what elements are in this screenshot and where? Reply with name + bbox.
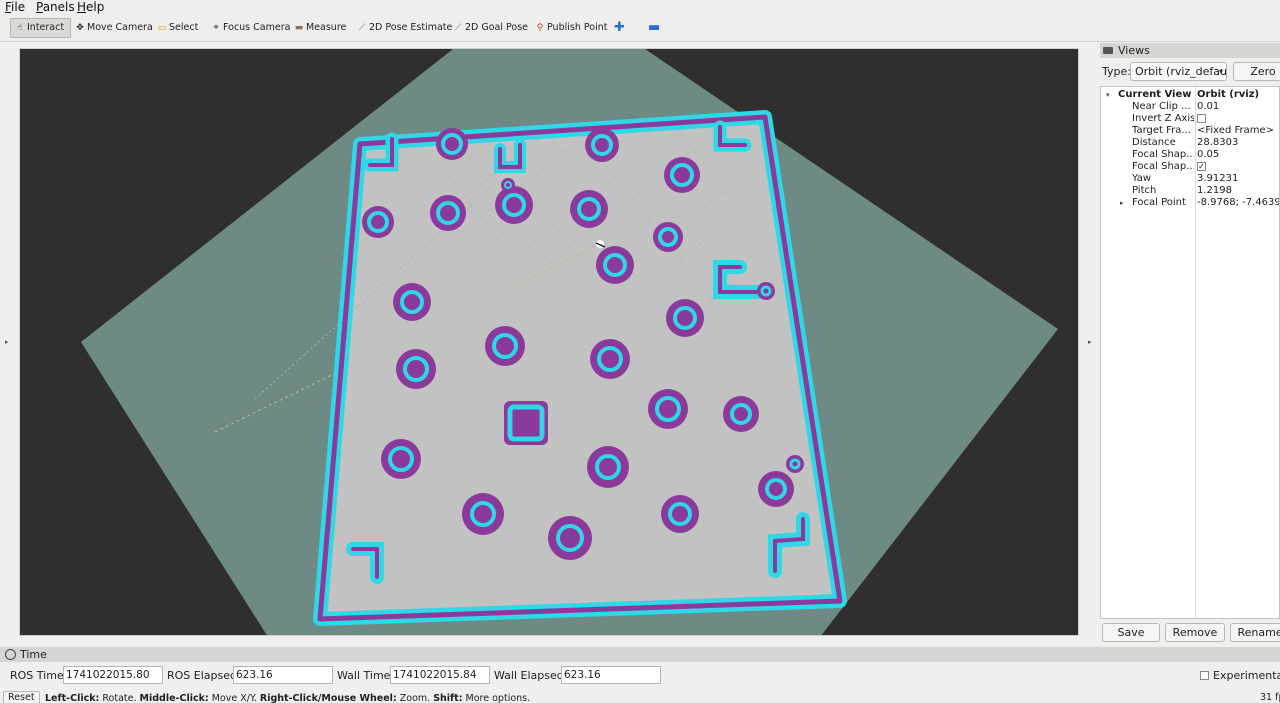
map-pin-icon: ⚲ [536, 23, 544, 33]
ros-time-label: ROS Time: [10, 669, 68, 682]
pointer-icon: ☝ [17, 23, 23, 33]
ruler-icon: ▬ [294, 23, 304, 33]
near-clip-row[interactable]: Near Clip ... 0.01 [1101, 101, 1279, 113]
views-panel: Views Type: Orbit (rviz_default_plugins)… [1100, 43, 1280, 643]
clock-icon [5, 649, 16, 660]
view-type-label: Type: [1102, 65, 1131, 78]
tool-bar: ☝ Interact ✥ Move Camera ▭ Select ⌖ Focus Ca… [0, 15, 1280, 42]
views-panel-header: Views [1100, 43, 1280, 58]
save-button[interactable]: Save [1102, 623, 1160, 642]
yaw-row[interactable]: Yaw 3.91231 [1101, 173, 1279, 185]
view-properties-tree: ▾ Current View Orbit (rviz) Near Clip ..… [1100, 86, 1280, 619]
render-viewport[interactable] [19, 48, 1079, 636]
select-tool-button[interactable]: ▭ Select [153, 18, 199, 38]
invert-z-row[interactable]: Invert Z Axis [1101, 113, 1279, 125]
pitch-row[interactable]: Pitch 1.2198 [1101, 185, 1279, 197]
ros-elapsed-field[interactable]: 623.16 [233, 666, 333, 684]
goal-pose-tool-button[interactable]: ⟋ 2D Goal Pose [449, 18, 528, 38]
remove-tool-button[interactable]: ▬ [645, 18, 663, 38]
menu-file[interactable]: File [5, 0, 25, 15]
interact-tool-button[interactable]: ☝ Interact [10, 18, 71, 38]
right-panel-toggle-icon[interactable]: ▸ [1088, 338, 1092, 346]
current-view-row[interactable]: ▾ Current View Orbit (rviz) [1101, 89, 1279, 101]
wall-elapsed-field[interactable]: 623.16 [561, 666, 661, 684]
focal-shape-fixed-row[interactable]: Focal Shap... ✓ [1101, 161, 1279, 173]
view-type-row: Type: Orbit (rviz_default_plugins) ▾ Zer… [1100, 62, 1280, 82]
left-panel-toggle-icon[interactable]: ▸ [5, 338, 9, 346]
focal-shape-size-row[interactable]: Focal Shap... 0.05 [1101, 149, 1279, 161]
select-box-icon: ▭ [157, 23, 167, 33]
ros-time-field[interactable]: 1741022015.80 [63, 666, 163, 684]
menu-bar: File Panels Help [0, 0, 1280, 15]
menu-help[interactable]: Help [77, 0, 104, 15]
pose-estimate-tool-button[interactable]: ⟋ 2D Pose Estimate [353, 18, 453, 38]
time-panel-header: Time [0, 647, 1280, 662]
wall-time-label: Wall Time: [337, 669, 395, 682]
ros-elapsed-label: ROS Elapsed: [167, 669, 241, 682]
chevron-down-icon: ▾ [1218, 67, 1223, 76]
reset-button[interactable]: Reset [3, 691, 40, 703]
menu-panels[interactable]: Panels [36, 0, 75, 15]
move-camera-tool-button[interactable]: ✥ Move Camera [71, 18, 153, 38]
panel-icon [1103, 47, 1113, 54]
focal-point-row[interactable]: ▸ Focal Point -8.9768; -7.4639; ... [1101, 197, 1279, 209]
target-frame-row[interactable]: Target Fra... <Fixed Frame> [1101, 125, 1279, 137]
focus-camera-tool-button[interactable]: ⌖ Focus Camera [207, 18, 290, 38]
zero-button[interactable]: Zero [1233, 62, 1280, 81]
move-arrows-icon: ✥ [76, 23, 84, 33]
status-bar: Reset Left-Click: Rotate. Middle-Click: … [0, 689, 1280, 703]
3d-scene [81, 49, 1058, 635]
expand-arrow-icon[interactable]: ▸ [1120, 197, 1124, 209]
remove-button[interactable]: Remove [1165, 623, 1225, 642]
green-arrow-icon: ⟋ [454, 23, 462, 33]
experimental-toggle[interactable]: Experimental [1200, 669, 1280, 682]
experimental-checkbox[interactable] [1200, 671, 1209, 680]
rename-button[interactable]: Rename [1230, 623, 1280, 642]
expand-arrow-icon[interactable]: ▾ [1106, 89, 1110, 101]
invert-z-checkbox[interactable] [1197, 114, 1206, 123]
wall-elapsed-label: Wall Elapsed: [494, 669, 568, 682]
focus-crosshair-icon: ⌖ [213, 23, 219, 33]
view-type-select[interactable]: Orbit (rviz_default_plugins) ▾ [1130, 62, 1227, 81]
plus-icon: ✚ [614, 20, 625, 35]
add-tool-button[interactable]: ✚ [611, 18, 627, 38]
focal-shape-fixed-checkbox[interactable]: ✓ [1197, 162, 1206, 171]
green-arrow-icon: ⟋ [358, 23, 366, 33]
fps-readout: 31 fps [1260, 692, 1280, 703]
mouse-hint-text: Left-Click: Rotate. Middle-Click: Move X… [45, 693, 531, 703]
measure-tool-button[interactable]: ▬ Measure [290, 18, 347, 38]
publish-point-tool-button[interactable]: ⚲ Publish Point [531, 18, 608, 38]
wall-time-field[interactable]: 1741022015.84 [390, 666, 490, 684]
distance-row[interactable]: Distance 28.8303 [1101, 137, 1279, 149]
time-panel: ROS Time: 1741022015.80 ROS Elapsed: 623… [0, 665, 1280, 685]
minus-icon: ▬ [648, 20, 661, 35]
